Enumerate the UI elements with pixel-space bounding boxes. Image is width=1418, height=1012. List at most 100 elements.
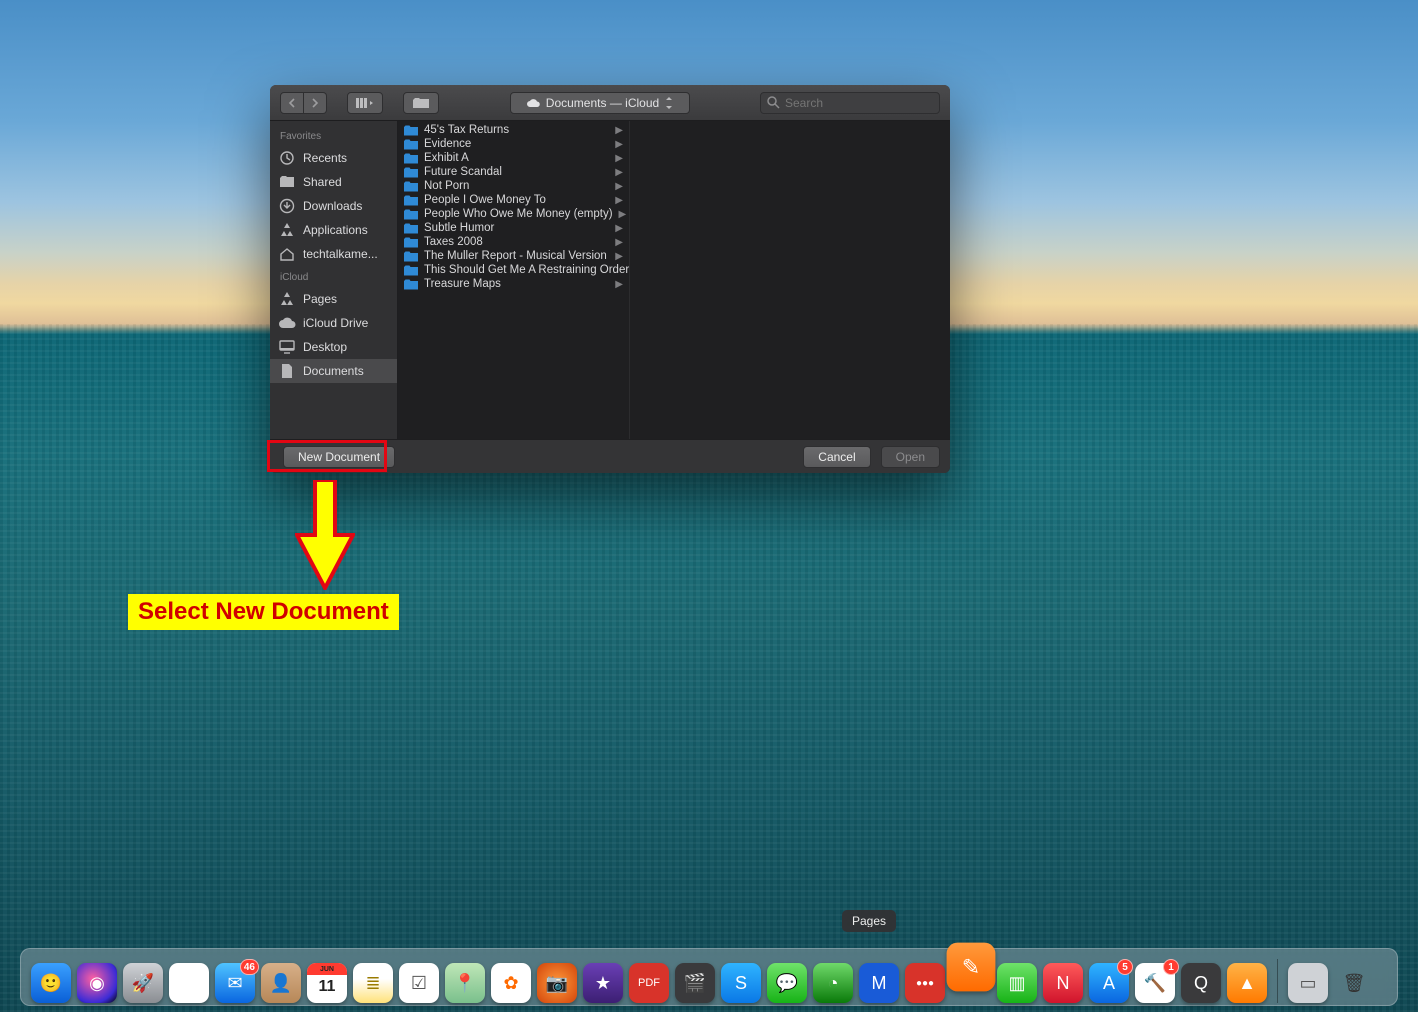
open-file-dialog: Documents — iCloud Favorites Recents Share… [270,85,950,473]
sidebar-item-desktop[interactable]: Desktop [270,335,397,359]
sidebar-item-shared[interactable]: Shared [270,170,397,194]
download-icon [278,198,296,214]
dock-mail[interactable]: ✉46 [215,963,255,1003]
dock-chrome[interactable]: ◎ [169,963,209,1003]
open-button[interactable]: Open [881,446,940,468]
folder-icon [404,279,418,290]
folder-icon [404,237,418,248]
dock-maps[interactable]: 📍 [445,963,485,1003]
dock-notes[interactable]: ≣ [353,963,393,1003]
folder-icon [404,125,418,136]
dock-launchpad[interactable]: 🚀 [123,963,163,1003]
sidebar-item-downloads[interactable]: Downloads [270,194,397,218]
dock: 🙂◉🚀◎✉46👤JUN11≣☑📍✿📷★PDF🎬S💬◔M●●●✎▥NA5🔨1Q▲▭… [20,948,1398,1006]
file-row[interactable]: Taxes 2008▶ [398,235,629,249]
file-row[interactable]: Treasure Maps ▶ [398,277,629,291]
file-name: People I Owe Money To [424,194,546,206]
nav-forward-button[interactable] [304,92,327,114]
file-browser: 45's Tax Returns▶Evidence▶Exhibit A▶Futu… [398,121,950,439]
dock-news[interactable]: N [1043,963,1083,1003]
dock-quicktime[interactable]: Q [1181,963,1221,1003]
file-row[interactable]: 45's Tax Returns▶ [398,123,629,137]
sidebar-item-label: Recents [303,151,347,165]
sidebar-heading: iCloud [270,266,397,287]
updown-icon [665,97,673,109]
dock-skype[interactable]: S [721,963,761,1003]
dock-finalcut[interactable]: 🎬 [675,963,715,1003]
dock-trash[interactable]: 🗑 [1334,963,1374,1003]
file-name: Future Scandal [424,166,502,178]
folder-icon [404,139,418,150]
file-row[interactable]: Evidence▶ [398,137,629,151]
nav-back-button[interactable] [280,92,304,114]
dock-vlc[interactable]: ▲ [1227,963,1267,1003]
badge: 5 [1117,959,1133,975]
file-row[interactable]: Future Scandal ▶ [398,165,629,179]
desktop-icon [278,339,296,355]
dock-reminders[interactable]: ☑ [399,963,439,1003]
file-name: Treasure Maps [424,278,501,290]
dock-xcode[interactable]: 🔨1 [1135,963,1175,1003]
dock-photos[interactable]: ✿ [491,963,531,1003]
sidebar-item-techtalkame-[interactable]: techtalkame... [270,242,397,266]
folder-icon [404,195,418,206]
sidebar-item-label: Desktop [303,340,347,354]
annotation-label: Select New Document [128,594,399,630]
file-row[interactable]: This Should Get Me A Restraining Order▶ [398,263,629,277]
file-row[interactable]: Subtle Humor▶ [398,221,629,235]
pages-icon [278,291,296,307]
folder-icon [404,251,418,262]
dock-activity[interactable]: ◔ [813,963,853,1003]
dock-photobooth[interactable]: 📷 [537,963,577,1003]
view-mode-button[interactable] [347,92,383,114]
location-popup[interactable]: Documents — iCloud [510,92,690,114]
sidebar-item-recents[interactable]: Recents [270,146,397,170]
sidebar-item-icloud-drive[interactable]: iCloud Drive [270,311,397,335]
sidebar-heading: Favorites [270,125,397,146]
search-input[interactable] [760,92,940,114]
dock-malwarebytes[interactable]: M [859,963,899,1003]
sidebar-item-label: techtalkame... [303,247,378,261]
group-button[interactable] [403,92,439,114]
cancel-label: Cancel [818,450,855,464]
dock-siri[interactable]: ◉ [77,963,117,1003]
file-row[interactable]: Not Porn▶ [398,179,629,193]
sidebar-item-label: Shared [303,175,342,189]
sidebar-item-documents[interactable]: Documents [270,359,397,383]
dock-imovie[interactable]: ★ [583,963,623,1003]
sidebar-item-label: iCloud Drive [303,316,368,330]
chevron-right-icon: ▶ [615,139,623,150]
home-icon [278,246,296,262]
chevron-right-icon: ▶ [615,251,623,262]
file-row[interactable]: People I Owe Money To▶ [398,193,629,207]
sidebar: Favorites Recents Shared Downloads Applicati… [270,121,398,439]
dock-downloads-stack[interactable]: ▭ [1288,963,1328,1003]
sidebar-item-applications[interactable]: Applications [270,218,397,242]
file-row[interactable]: People Who Owe Me Money (empty)▶ [398,207,629,221]
file-column[interactable]: 45's Tax Returns▶Evidence▶Exhibit A▶Futu… [398,121,630,439]
dock-appstore[interactable]: A5 [1089,963,1129,1003]
dock-pages[interactable]: ✎ [947,943,996,992]
dock-calendar[interactable]: JUN11 [307,963,347,1003]
sidebar-item-pages[interactable]: Pages [270,287,397,311]
sidebar-item-label: Applications [303,223,368,237]
doc-icon [278,363,296,379]
dock-tooltip: Pages [842,910,896,932]
dock-1password[interactable]: ●●● [905,963,945,1003]
dock-pdf[interactable]: PDF [629,963,669,1003]
clock-icon [278,150,296,166]
chevron-right-icon: ▶ [615,181,623,192]
folder-icon [404,167,418,178]
dock-contacts[interactable]: 👤 [261,963,301,1003]
file-name: 45's Tax Returns [424,124,509,136]
file-row[interactable]: The Muller Report - Musical Version▶ [398,249,629,263]
chevron-right-icon: ▶ [615,167,623,178]
file-row[interactable]: Exhibit A ▶ [398,151,629,165]
dock-numbers[interactable]: ▥ [997,963,1037,1003]
chevron-right-icon: ▶ [615,153,623,164]
dock-finder[interactable]: 🙂 [31,963,71,1003]
cancel-button[interactable]: Cancel [803,446,870,468]
chevron-right-icon: ▶ [615,279,623,290]
file-name: Exhibit A [424,152,469,164]
dock-messages[interactable]: 💬 [767,963,807,1003]
